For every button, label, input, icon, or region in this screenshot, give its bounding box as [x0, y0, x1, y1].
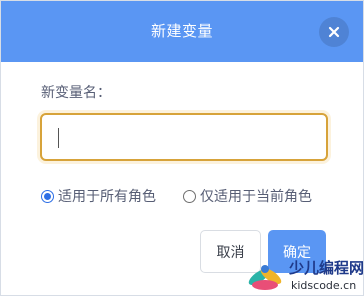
close-icon: [328, 26, 340, 38]
watermark-title: 少儿编程网: [289, 259, 364, 277]
radio-unselected-icon[interactable]: [183, 189, 196, 203]
dialog-header: 新建变量: [1, 1, 363, 62]
variable-name-field[interactable]: [40, 113, 328, 161]
scope-current-sprite-label: 仅适用于当前角色: [200, 189, 312, 205]
dialog-title: 新建变量: [150, 22, 213, 40]
close-button[interactable]: [319, 17, 349, 47]
variable-name-label: 新变量名：: [41, 85, 111, 101]
scope-current-sprite-option[interactable]: 仅适用于当前角色: [183, 186, 312, 206]
watermark-logo-icon: [248, 265, 282, 290]
variable-name-input[interactable]: [52, 125, 316, 151]
new-variable-dialog: 新建变量 新变量名： 适用于所有角色 仅适用于当前角色 取消 确定 少儿编程网 …: [0, 0, 364, 296]
radio-selected-icon[interactable]: [41, 189, 54, 203]
scope-all-sprites-label: 适用于所有角色: [58, 189, 156, 205]
text-caret: [58, 128, 59, 148]
scope-all-sprites-option[interactable]: 适用于所有角色: [41, 186, 156, 206]
watermark: 少儿编程网 kidscode.cn: [245, 253, 364, 295]
watermark-url: kidscode.cn: [291, 279, 357, 292]
